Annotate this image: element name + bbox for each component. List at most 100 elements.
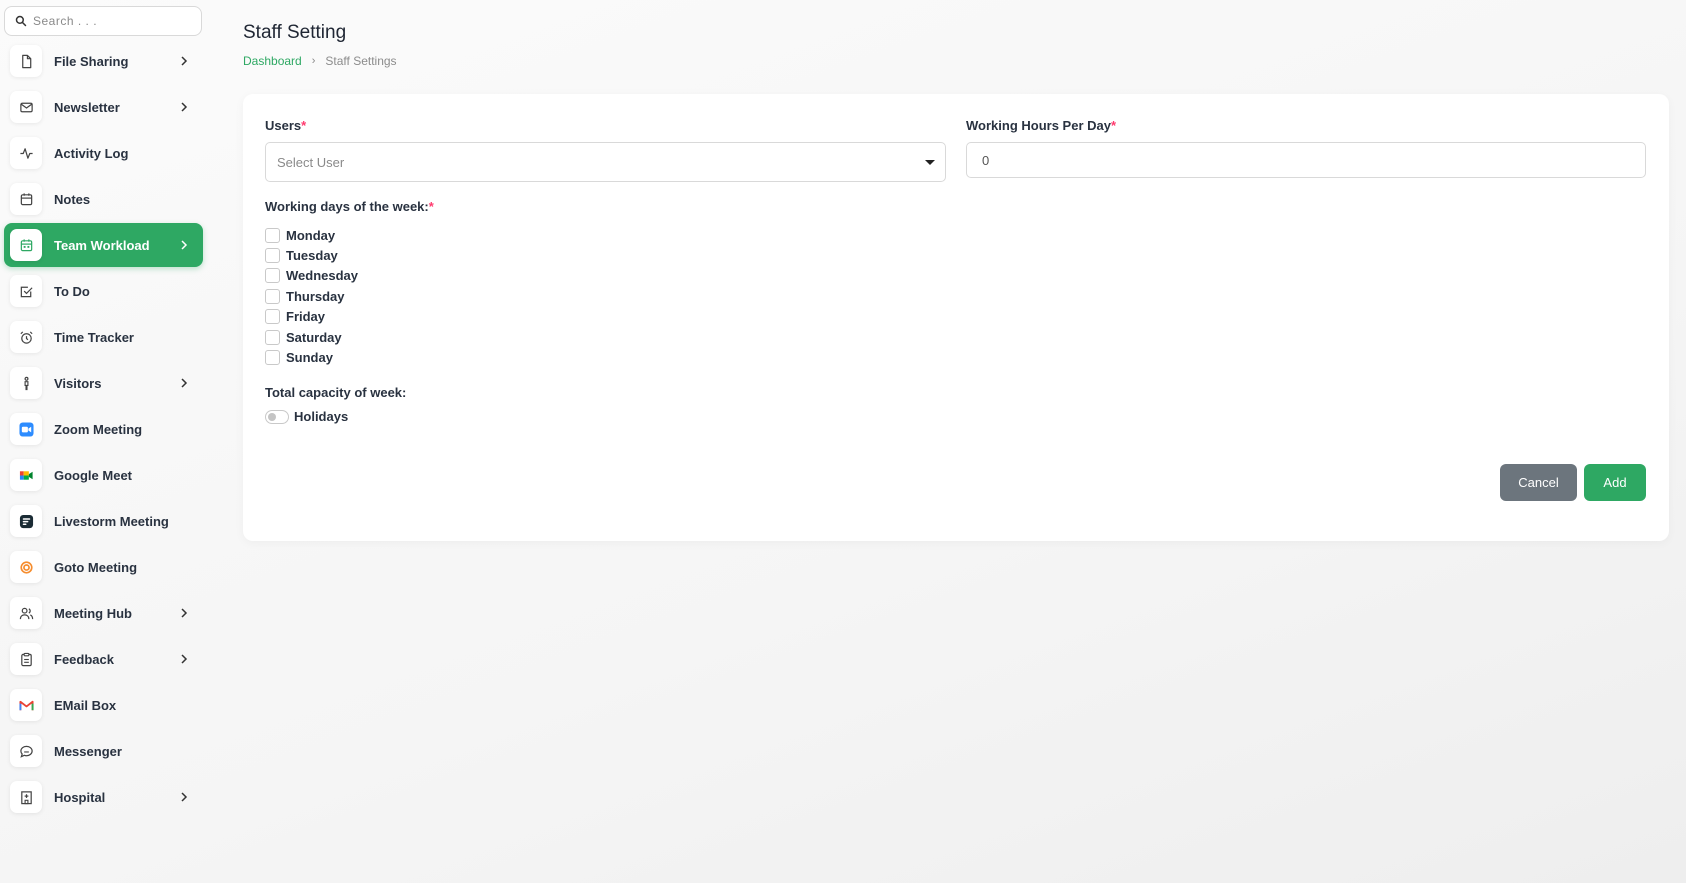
sidebar-item-activity-log[interactable]: Activity Log <box>4 131 203 175</box>
file-icon <box>10 45 42 77</box>
sidebar-item-label: Feedback <box>54 651 114 667</box>
sidebar-item-notes[interactable]: Notes <box>4 177 203 221</box>
required-mark: * <box>428 199 434 214</box>
required-mark: * <box>301 118 307 133</box>
chat-icon <box>10 735 42 767</box>
saturday-checkbox[interactable] <box>265 329 280 345</box>
breadcrumb-dashboard-link[interactable]: Dashboard <box>243 54 302 68</box>
day-option-tuesday: Tuesday <box>265 245 358 265</box>
working-hours-label-text: Working Hours Per Day <box>966 118 1111 133</box>
sidebar-item-label: File Sharing <box>54 53 129 69</box>
sidebar-item-to-do[interactable]: To Do <box>4 269 203 313</box>
thursday-checkbox[interactable] <box>265 288 280 304</box>
search-icon <box>15 15 27 27</box>
holidays-option: Holidays <box>265 409 348 424</box>
total-capacity-label: Total capacity of week: <box>265 385 407 400</box>
holidays-toggle[interactable] <box>265 409 289 424</box>
sidebar-item-label: Livestorm Meeting <box>54 513 169 529</box>
sidebar-item-time-tracker[interactable]: Time Tracker <box>4 315 203 359</box>
sidebar: File Sharing Newsletter Activity Log Not… <box>0 0 210 883</box>
toggle-knob <box>268 412 276 421</box>
monday-checkbox[interactable] <box>265 227 280 243</box>
sidebar-item-visitors[interactable]: Visitors <box>4 361 203 405</box>
sidebar-item-team-workload[interactable]: Team Workload <box>4 223 203 267</box>
livestorm-icon <box>10 505 42 537</box>
sidebar-item-google-meet[interactable]: Google Meet <box>4 453 203 497</box>
sidebar-item-label: To Do <box>54 283 90 299</box>
day-label: Saturday <box>286 329 342 345</box>
sidebar-item-hospital[interactable]: Hospital <box>4 775 203 819</box>
working-days-list: Monday Tuesday Wednesday Thursday Friday… <box>265 225 358 368</box>
sidebar-item-newsletter[interactable]: Newsletter <box>4 85 203 129</box>
activity-icon <box>10 137 42 169</box>
working-hours-input[interactable] <box>966 142 1646 178</box>
breadcrumb-separator-icon: › <box>311 55 316 67</box>
sidebar-item-file-sharing[interactable]: File Sharing <box>4 39 203 83</box>
chevron-right-icon <box>181 102 188 112</box>
person-icon <box>10 367 42 399</box>
sidebar-item-goto-meeting[interactable]: Goto Meeting <box>4 545 203 589</box>
sunday-checkbox[interactable] <box>265 350 280 366</box>
working-days-label: Working days of the week:* <box>265 199 434 214</box>
caret-down-icon <box>925 160 935 165</box>
chevron-right-icon <box>181 608 188 618</box>
sidebar-item-zoom-meeting[interactable]: Zoom Meeting <box>4 407 203 451</box>
sidebar-item-label: Time Tracker <box>54 329 134 345</box>
day-label: Wednesday <box>286 268 359 284</box>
calendar-icon <box>10 229 42 261</box>
chevron-right-icon <box>181 378 188 388</box>
day-label: Monday <box>286 227 336 243</box>
sidebar-item-label: Hospital <box>54 789 106 805</box>
sidebar-item-feedback[interactable]: Feedback <box>4 637 203 681</box>
sidebar-item-label: EMail Box <box>54 697 117 713</box>
breadcrumb: Dashboard › Staff Settings <box>243 54 397 68</box>
users-label: Users* <box>265 118 306 133</box>
users-label-text: Users <box>265 118 302 133</box>
day-label: Thursday <box>286 288 345 304</box>
checkbox-icon <box>10 275 42 307</box>
zoom-icon <box>10 413 42 445</box>
working-hours-label: Working Hours Per Day* <box>966 118 1116 133</box>
page-title: Staff Setting <box>243 22 347 43</box>
search-box[interactable] <box>4 6 202 36</box>
chevron-right-icon <box>181 792 188 802</box>
sidebar-item-email-box[interactable]: EMail Box <box>4 683 203 727</box>
cancel-button[interactable]: Cancel <box>1500 464 1577 501</box>
day-option-wednesday: Wednesday <box>265 266 358 286</box>
day-label: Friday <box>286 309 326 325</box>
users-select[interactable]: Select User <box>265 142 946 182</box>
day-option-saturday: Saturday <box>265 327 358 347</box>
working-days-label-text: Working days of the week: <box>265 199 429 214</box>
users-select-placeholder: Select User <box>277 154 345 170</box>
required-mark: * <box>1110 118 1117 133</box>
sidebar-item-label: Goto Meeting <box>54 559 138 575</box>
users-icon <box>10 597 42 629</box>
sidebar-item-meeting-hub[interactable]: Meeting Hub <box>4 591 203 635</box>
google-meet-icon <box>10 459 42 491</box>
friday-checkbox[interactable] <box>265 309 280 325</box>
sidebar-item-livestorm-meeting[interactable]: Livestorm Meeting <box>4 499 203 543</box>
sidebar-item-label: Visitors <box>54 375 102 391</box>
building-icon <box>10 781 42 813</box>
tuesday-checkbox[interactable] <box>265 248 280 264</box>
chevron-right-icon <box>181 654 188 664</box>
chevron-right-icon <box>181 240 188 250</box>
add-button[interactable]: Add <box>1584 464 1646 501</box>
sidebar-item-label: Team Workload <box>54 237 150 253</box>
search-input[interactable] <box>33 14 193 28</box>
calendar-icon <box>10 183 42 215</box>
sidebar-item-label: Activity Log <box>54 145 129 161</box>
breadcrumb-current: Staff Settings <box>325 54 397 68</box>
sidebar-item-messenger[interactable]: Messenger <box>4 729 203 773</box>
sidebar-item-label: Messenger <box>54 743 122 759</box>
clipboard-icon <box>10 643 42 675</box>
chevron-right-icon <box>181 56 188 66</box>
day-label: Tuesday <box>286 248 338 264</box>
gmail-icon <box>10 689 42 721</box>
mail-icon <box>10 91 42 123</box>
wednesday-checkbox[interactable] <box>265 268 280 284</box>
sidebar-item-label: Newsletter <box>54 99 120 115</box>
goto-meeting-icon <box>10 551 42 583</box>
alarm-clock-icon <box>10 321 42 353</box>
day-option-monday: Monday <box>265 225 358 245</box>
